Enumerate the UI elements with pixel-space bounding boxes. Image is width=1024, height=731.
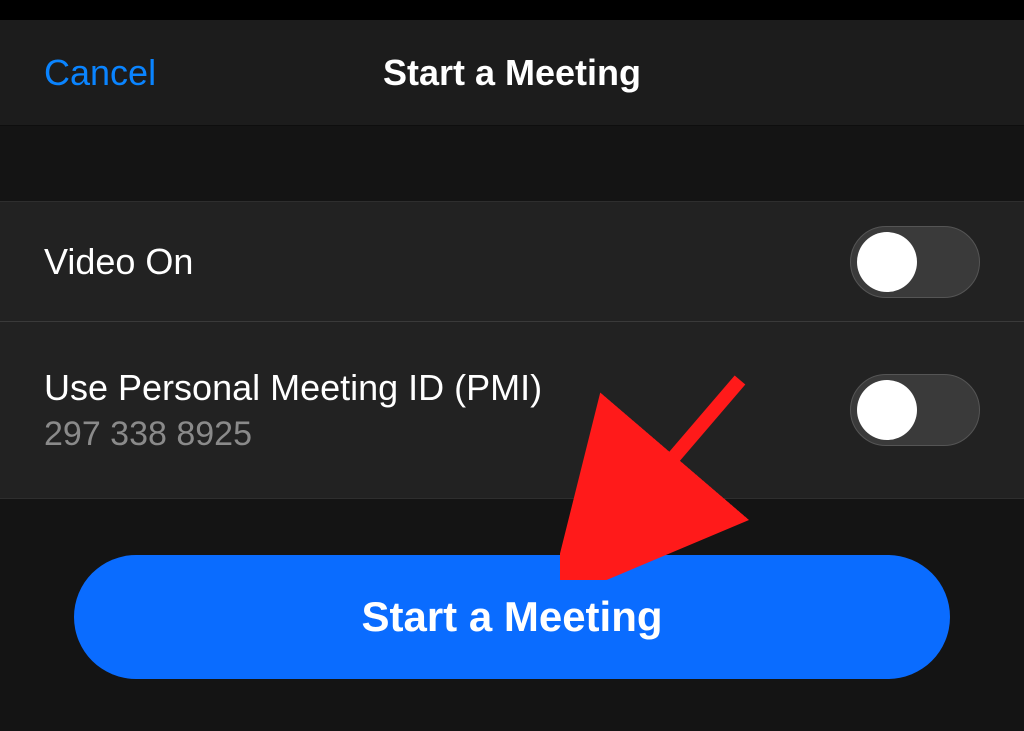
- cancel-button[interactable]: Cancel: [44, 52, 156, 94]
- header-gap: [0, 126, 1024, 202]
- video-on-row: Video On: [0, 202, 1024, 322]
- video-on-label: Video On: [44, 241, 193, 283]
- pmi-toggle[interactable]: [850, 374, 980, 446]
- video-on-toggle[interactable]: [850, 226, 980, 298]
- pmi-row: Use Personal Meeting ID (PMI) 297 338 89…: [0, 322, 1024, 498]
- toggle-knob: [857, 232, 917, 292]
- pmi-label: Use Personal Meeting ID (PMI): [44, 367, 542, 409]
- pmi-id: 297 338 8925: [44, 415, 542, 454]
- start-meeting-button[interactable]: Start a Meeting: [74, 555, 950, 679]
- action-area: Start a Meeting: [0, 498, 1024, 731]
- toggle-knob: [857, 380, 917, 440]
- status-bar: [0, 0, 1024, 20]
- settings-list: Video On Use Personal Meeting ID (PMI) 2…: [0, 202, 1024, 498]
- header: Cancel Start a Meeting: [0, 20, 1024, 126]
- page-title: Start a Meeting: [383, 52, 641, 94]
